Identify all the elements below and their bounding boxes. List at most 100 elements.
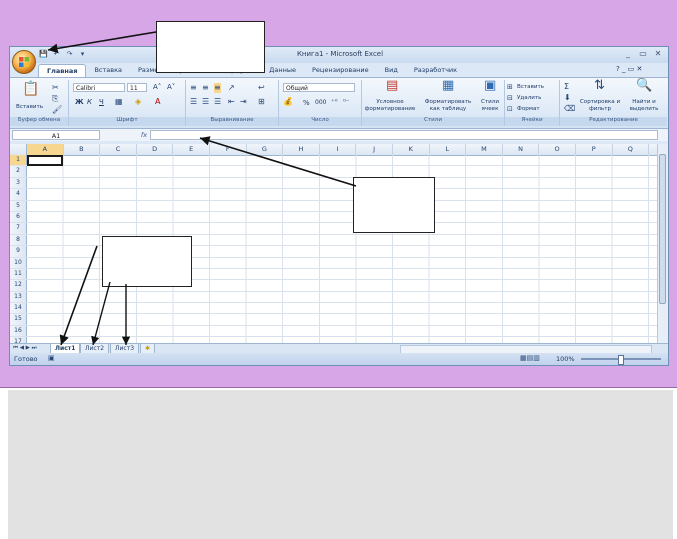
- row-header-cell[interactable]: 14: [10, 303, 27, 314]
- currency-icon[interactable]: 💰: [283, 97, 293, 107]
- column-header-cell[interactable]: G: [247, 144, 284, 155]
- align-center-icon[interactable]: ☰: [202, 97, 209, 107]
- cut-icon[interactable]: ✂: [52, 83, 59, 93]
- fill-color-icon[interactable]: ◈: [135, 97, 141, 107]
- row-cells[interactable]: [27, 291, 657, 303]
- percent-button[interactable]: %: [303, 99, 310, 107]
- vertical-scrollbar[interactable]: [657, 144, 668, 343]
- sort-filter-icon[interactable]: ⇅: [594, 79, 605, 92]
- thousands-button[interactable]: 000: [315, 99, 326, 106]
- row-header-cell[interactable]: 5: [10, 200, 27, 211]
- column-header-cell[interactable]: J: [356, 144, 393, 155]
- delete-cells-icon[interactable]: ⊟: [507, 93, 513, 103]
- column-header-cell[interactable]: B: [64, 144, 101, 155]
- column-header-cell[interactable]: L: [430, 144, 467, 155]
- font-size-select[interactable]: 11: [127, 83, 147, 92]
- column-header-cell[interactable]: C: [100, 144, 137, 155]
- column-header-cell[interactable]: I: [320, 144, 357, 155]
- sort-filter-button[interactable]: Сортировка и фильтр: [578, 99, 622, 113]
- align-top-icon[interactable]: ≡: [190, 83, 197, 93]
- row-header-cell[interactable]: 3: [10, 177, 27, 189]
- shrink-font-button[interactable]: A˅: [167, 83, 175, 91]
- close-button[interactable]: ✕: [652, 49, 664, 59]
- paste-button[interactable]: Вставить: [16, 104, 43, 110]
- tab-review[interactable]: Рецензирование: [304, 64, 377, 77]
- font-name-select[interactable]: Calibri: [73, 83, 125, 92]
- cell-styles-icon[interactable]: ▣: [484, 79, 496, 92]
- paste-icon[interactable]: 📋: [22, 82, 39, 96]
- row-cells[interactable]: [27, 325, 657, 337]
- macro-record-icon[interactable]: ▣: [48, 354, 55, 362]
- name-box[interactable]: A1: [12, 130, 100, 140]
- column-header-cell[interactable]: Q: [613, 144, 650, 155]
- autosum-button[interactable]: Σ: [564, 82, 569, 91]
- bold-button[interactable]: Ж: [75, 98, 84, 106]
- row-header-cell[interactable]: 4: [10, 189, 27, 200]
- copy-icon[interactable]: ⎘: [52, 94, 58, 104]
- row-cells[interactable]: [27, 303, 657, 314]
- column-header-cell[interactable]: O: [539, 144, 576, 155]
- format-as-table-icon[interactable]: ▦: [442, 79, 454, 92]
- align-bottom-icon[interactable]: ≡: [214, 83, 221, 93]
- underline-button[interactable]: Ч: [99, 98, 104, 106]
- minimize-button[interactable]: _: [622, 49, 634, 59]
- vertical-scroll-thumb[interactable]: [659, 154, 666, 304]
- row-cells[interactable]: [27, 200, 657, 211]
- column-header-cell[interactable]: N: [503, 144, 540, 155]
- maximize-button[interactable]: ▭: [637, 49, 649, 59]
- column-header-cell[interactable]: F: [210, 144, 247, 155]
- row-cells[interactable]: [27, 211, 657, 223]
- grow-font-button[interactable]: A˄: [153, 83, 161, 91]
- fx-icon[interactable]: fx: [138, 130, 150, 140]
- tab-data[interactable]: Данные: [261, 64, 304, 77]
- insert-cells-button[interactable]: Вставить: [517, 84, 544, 90]
- wrap-text-icon[interactable]: ↩: [258, 83, 265, 93]
- format-cells-icon[interactable]: ⊡: [507, 104, 513, 114]
- row-cells[interactable]: [27, 155, 657, 166]
- row-cells[interactable]: [27, 166, 657, 177]
- format-as-table-button[interactable]: Форматировать как таблицу: [420, 99, 476, 113]
- column-header-cell[interactable]: H: [283, 144, 320, 155]
- insert-cells-icon[interactable]: ⊞: [507, 82, 513, 92]
- row-header-cell[interactable]: 10: [10, 257, 27, 268]
- conditional-format-icon[interactable]: ▤: [386, 79, 398, 92]
- decrease-indent-icon[interactable]: ⇤: [228, 97, 235, 107]
- number-format-select[interactable]: Общий: [283, 83, 355, 92]
- column-header-cell[interactable]: D: [137, 144, 174, 155]
- row-header-cell[interactable]: 9: [10, 246, 27, 257]
- formula-input[interactable]: [150, 130, 658, 140]
- row-header-cell[interactable]: 1: [10, 155, 27, 166]
- column-header-cell[interactable]: K: [393, 144, 430, 155]
- row-header-cell[interactable]: 6: [10, 211, 27, 223]
- clear-icon[interactable]: ⌫: [564, 104, 575, 114]
- row-cells[interactable]: [27, 223, 657, 234]
- increase-indent-icon[interactable]: ⇥: [240, 97, 247, 107]
- row-header-cell[interactable]: 7: [10, 223, 27, 234]
- row-header-cell[interactable]: 16: [10, 325, 27, 337]
- customize-qat-icon[interactable]: ▾: [77, 49, 88, 60]
- sheet-nav-icon[interactable]: ⏮ ◀ ▶ ⏭: [13, 345, 37, 352]
- tab-developer[interactable]: Разработчик: [406, 64, 465, 77]
- redo-icon[interactable]: ↷: [64, 49, 75, 60]
- row-cells[interactable]: [27, 314, 657, 325]
- align-left-icon[interactable]: ☰: [190, 97, 197, 107]
- row-cells[interactable]: [27, 177, 657, 189]
- row-header-cell[interactable]: 2: [10, 166, 27, 177]
- save-icon[interactable]: 💾: [38, 49, 49, 60]
- office-button[interactable]: [12, 50, 36, 74]
- active-cell[interactable]: [27, 155, 63, 166]
- format-cells-button[interactable]: Формат: [517, 106, 540, 112]
- zoom-slider-knob[interactable]: [618, 355, 624, 365]
- row-header-cell[interactable]: 13: [10, 291, 27, 303]
- orientation-icon[interactable]: ↗: [228, 83, 235, 93]
- align-middle-icon[interactable]: ≡: [202, 83, 209, 93]
- conditional-format-button[interactable]: Условное форматирование: [364, 99, 416, 113]
- undo-icon[interactable]: ↶: [51, 49, 62, 60]
- column-header-cell[interactable]: P: [576, 144, 613, 155]
- delete-cells-button[interactable]: Удалить: [517, 95, 541, 101]
- column-header-cell[interactable]: A: [27, 144, 64, 155]
- merge-center-icon[interactable]: ⊞: [258, 97, 265, 107]
- view-buttons-icon[interactable]: ▦▤▥: [520, 354, 540, 362]
- tab-insert[interactable]: Вставка: [86, 64, 130, 77]
- format-painter-icon[interactable]: 🖌: [52, 105, 62, 115]
